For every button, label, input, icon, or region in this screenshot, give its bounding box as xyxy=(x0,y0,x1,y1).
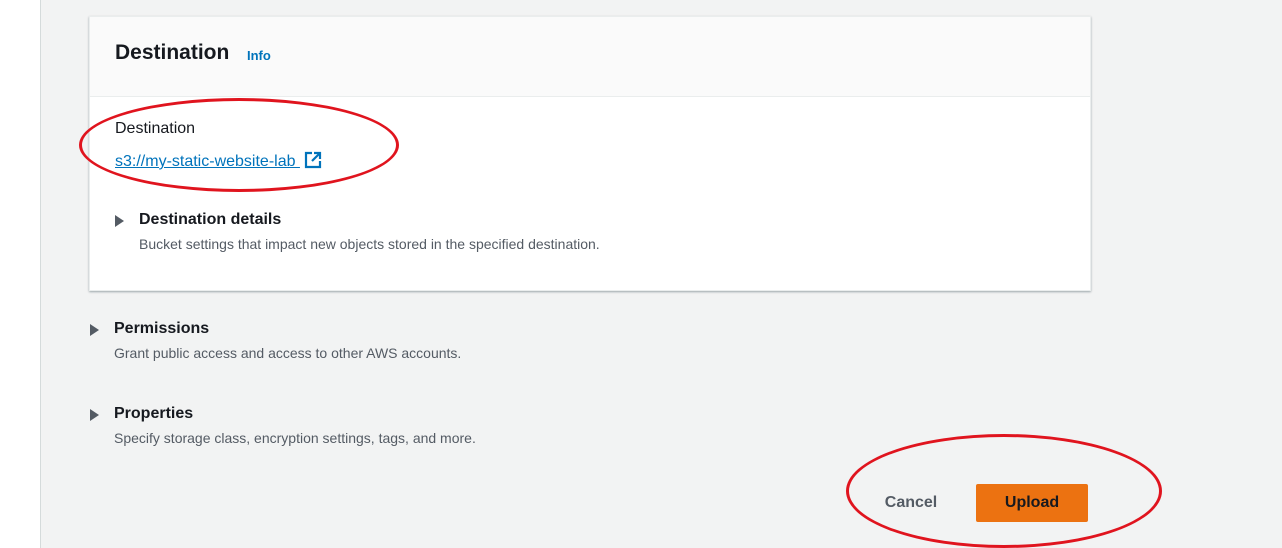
destination-details-expander[interactable]: Destination details Bucket settings that… xyxy=(115,211,715,257)
caret-right-icon xyxy=(115,215,124,227)
page: Destination Info Destination s3://my-sta… xyxy=(0,0,1282,548)
cancel-button[interactable]: Cancel xyxy=(866,484,956,522)
properties-description: Specify storage class, encryption settin… xyxy=(114,430,476,446)
permissions-title: Permissions xyxy=(114,320,210,337)
destination-link[interactable]: s3://my-static-website-lab xyxy=(115,151,322,174)
destination-card-header: Destination Info xyxy=(90,17,1090,97)
destination-details-title: Destination details xyxy=(139,211,282,228)
permissions-expander[interactable]: Permissions Grant public access and acce… xyxy=(90,320,690,366)
info-link[interactable]: Info xyxy=(247,48,271,63)
properties-title: Properties xyxy=(114,405,194,422)
destination-link-text: s3://my-static-website-lab xyxy=(115,153,296,170)
destination-details-description: Bucket settings that impact new objects … xyxy=(139,236,600,252)
destination-card: Destination Info Destination s3://my-sta… xyxy=(89,16,1091,291)
permissions-description: Grant public access and access to other … xyxy=(114,345,462,361)
card-title: Destination xyxy=(115,41,230,64)
destination-field-label: Destination xyxy=(115,120,196,137)
upload-button[interactable]: Upload xyxy=(976,484,1088,522)
caret-right-icon xyxy=(90,409,99,421)
properties-expander[interactable]: Properties Specify storage class, encryp… xyxy=(90,405,690,451)
caret-right-icon xyxy=(90,324,99,336)
external-link-icon xyxy=(304,151,322,174)
